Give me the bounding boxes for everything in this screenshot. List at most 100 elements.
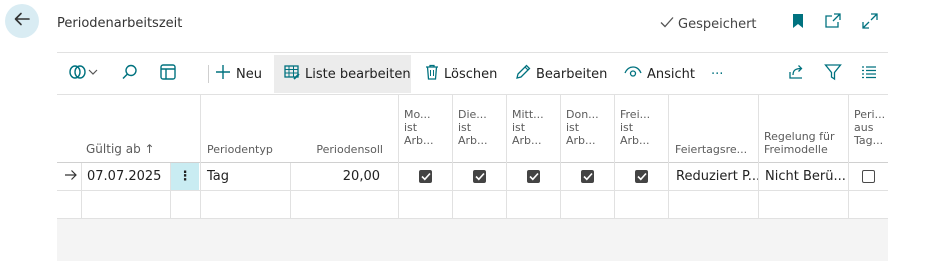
expand-button[interactable] <box>861 12 879 34</box>
col-header-mi[interactable]: Mitt... ist Arb... <box>512 95 562 163</box>
cell-mi[interactable] <box>507 163 560 190</box>
arrow-right-icon <box>64 169 78 185</box>
fr-checkbox[interactable] <box>635 170 648 183</box>
cell-valid-from[interactable]: 07.07.2025 <box>82 163 170 190</box>
col-divider <box>848 94 849 219</box>
col-divider <box>81 163 82 219</box>
col-divider <box>290 163 291 219</box>
col-header-do[interactable]: Don... ist Arb... <box>566 95 616 163</box>
back-button[interactable] <box>5 4 39 38</box>
col-header-di-line1: Die... <box>458 108 487 121</box>
pencil-icon <box>515 64 531 84</box>
col-header-holiday-rule[interactable]: Feiertagsre... <box>675 95 761 163</box>
copilot-menu-button[interactable] <box>68 55 100 93</box>
col-header-di[interactable]: Die... ist Arb... <box>458 95 508 163</box>
checkmark-icon <box>474 172 485 181</box>
col-header-fr[interactable]: Frei... ist Arb... <box>620 95 670 163</box>
do-checkbox[interactable] <box>581 170 594 183</box>
copilot-icon <box>68 63 100 85</box>
cell-period-target[interactable]: 20,00 <box>292 163 384 190</box>
share-icon <box>788 63 806 85</box>
eye-icon <box>624 65 642 83</box>
col-header-period-line3: Tag... <box>854 134 884 147</box>
search-icon <box>121 63 139 85</box>
delete-label: Löschen <box>444 66 498 82</box>
empty-new-row[interactable] <box>57 191 888 219</box>
col-header-mi-line2: ist <box>512 121 526 134</box>
view-label: Ansicht <box>647 66 696 82</box>
row-actions-menu-button[interactable]: ⋮ <box>171 163 199 190</box>
col-divider <box>170 163 171 219</box>
col-header-fr-line2: ist <box>620 121 634 134</box>
plus-icon <box>215 64 231 84</box>
more-actions-button[interactable]: ··· <box>711 55 723 93</box>
cell-fr[interactable] <box>615 163 668 190</box>
table-edit-icon <box>284 64 300 84</box>
col-divider <box>452 94 453 219</box>
col-divider <box>614 94 615 219</box>
table-row[interactable]: 07.07.2025 ⋮ Tag 20,00 Reduziert P... Ni… <box>57 163 888 191</box>
col-header-period-from-days[interactable]: Peri... aus Tag... <box>854 95 888 163</box>
mo-checkbox[interactable] <box>419 170 432 183</box>
col-header-period-target[interactable]: Periodensoll <box>297 95 383 163</box>
search-button[interactable] <box>121 55 139 93</box>
bookmark-icon <box>791 13 805 33</box>
col-divider <box>560 94 561 219</box>
toggle-view-button[interactable] <box>159 55 177 93</box>
data-grid: Gültig ab ↑ Periodentyp Periodensoll Mo.… <box>57 94 888 219</box>
col-divider <box>398 94 399 219</box>
cell-do[interactable] <box>561 163 614 190</box>
new-button[interactable]: Neu <box>215 55 262 93</box>
bookmark-button[interactable] <box>789 14 807 32</box>
share-button[interactable] <box>788 55 806 93</box>
open-new-window-button[interactable] <box>824 12 842 34</box>
saved-status: Gespeichert <box>659 15 757 33</box>
filter-button[interactable] <box>824 55 842 93</box>
cell-free-rule[interactable]: Nicht Berü... <box>759 163 847 190</box>
view-button[interactable]: Ansicht <box>624 55 695 93</box>
col-header-free-rule-line2: Freimodelle <box>764 143 828 156</box>
col-header-do-line1: Don... <box>566 108 599 121</box>
cell-period-from-days[interactable] <box>849 163 888 190</box>
di-checkbox[interactable] <box>473 170 486 183</box>
cell-mo[interactable] <box>399 163 452 190</box>
col-header-valid-from-label: Gültig ab <box>86 142 141 156</box>
col-header-free-rule-line1: Regelung für <box>764 130 835 143</box>
col-header-mi-line1: Mitt... <box>512 108 544 121</box>
edit-button[interactable]: Bearbeiten <box>515 55 607 93</box>
action-bar: Neu Liste bearbeiten Löschen Bearbeiten … <box>57 52 888 94</box>
checkmark-icon <box>659 15 675 33</box>
back-arrow-icon <box>12 9 32 33</box>
col-header-valid-from[interactable]: Gültig ab ↑ <box>86 95 174 163</box>
col-header-di-line3: Arb... <box>458 134 488 147</box>
trash-icon <box>425 64 439 84</box>
more-label: ··· <box>711 66 724 82</box>
list-options-button[interactable] <box>861 55 877 93</box>
new-label: Neu <box>236 66 262 82</box>
more-vertical-icon: ⋮ <box>178 169 192 184</box>
period-from-days-checkbox[interactable] <box>862 170 875 183</box>
cell-period-type[interactable]: Tag <box>202 163 290 190</box>
saved-label: Gespeichert <box>678 16 757 32</box>
col-header-fr-line1: Frei... <box>620 108 651 121</box>
cell-holiday-rule[interactable]: Reduziert P... <box>670 163 758 190</box>
sort-ascending-icon: ↑ <box>144 142 155 156</box>
delete-button[interactable]: Löschen <box>425 55 497 93</box>
col-divider <box>668 94 669 219</box>
col-header-free-rule[interactable]: Regelung für Freimodelle <box>764 95 852 163</box>
page-title: Periodenarbeitszeit <box>57 16 183 31</box>
open-new-window-icon <box>824 12 842 34</box>
col-header-do-line2: ist <box>566 121 580 134</box>
col-header-mo[interactable]: Mo... ist Arb... <box>404 95 454 163</box>
col-header-mo-line1: Mo... <box>404 108 431 121</box>
filter-icon <box>824 63 842 85</box>
list-icon <box>861 65 877 83</box>
col-header-fr-line3: Arb... <box>620 134 650 147</box>
edit-list-button[interactable]: Liste bearbeiten <box>274 55 411 93</box>
expand-icon <box>861 12 879 34</box>
col-divider <box>506 94 507 219</box>
col-header-period-type[interactable]: Periodentyp <box>207 95 295 163</box>
cell-di[interactable] <box>453 163 506 190</box>
mi-checkbox[interactable] <box>527 170 540 183</box>
grid-header-row: Gültig ab ↑ Periodentyp Periodensoll Mo.… <box>57 94 888 163</box>
